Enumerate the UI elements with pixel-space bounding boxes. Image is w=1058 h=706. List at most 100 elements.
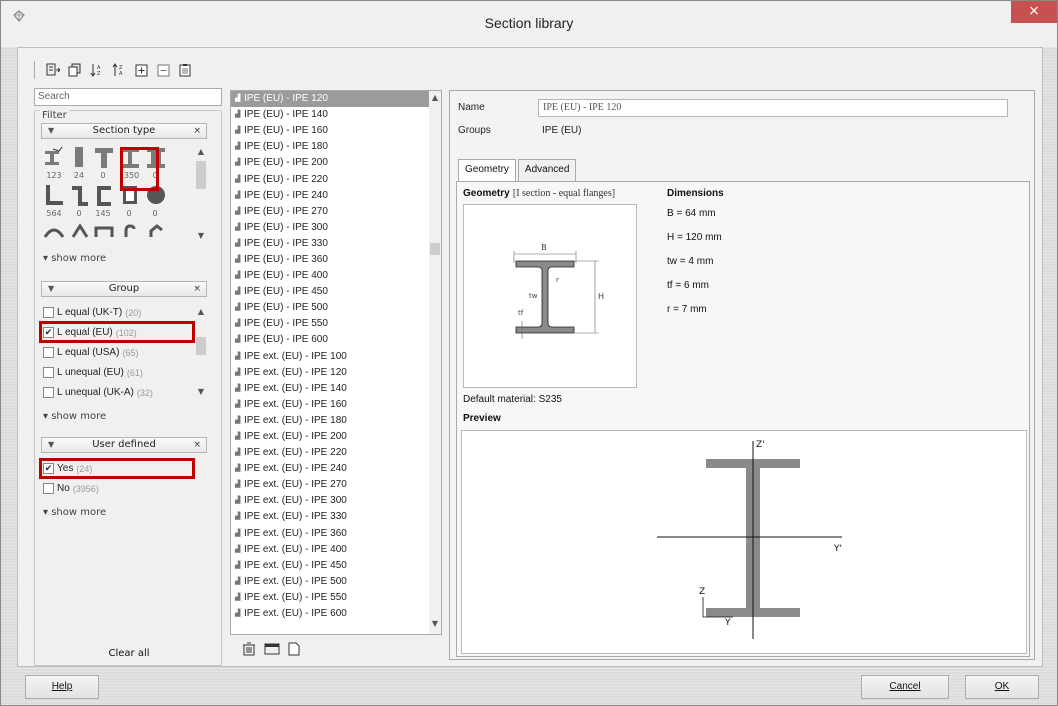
user-defined-option[interactable]: No (3956)	[43, 483, 99, 494]
name-field[interactable]: IPE (EU) - IPE 120	[538, 99, 1008, 117]
hat-section-icon[interactable]	[93, 223, 115, 239]
collapse-triangle-icon[interactable]: ▼	[48, 124, 54, 138]
section-list-item[interactable]: ▟ IPE ext. (EU) - IPE 200	[231, 429, 441, 445]
section-list-item[interactable]: ▟ IPE (EU) - IPE 140	[231, 107, 441, 123]
section-type-scrollbar[interactable]: ▲ ▼	[195, 145, 207, 243]
section-list-item[interactable]: ▟ IPE ext. (EU) - IPE 120	[231, 365, 441, 381]
add-section-icon[interactable]	[45, 62, 61, 78]
cold-formed-c-icon[interactable]	[119, 223, 141, 239]
section-list-item[interactable]: ▟ IPE (EU) - IPE 450	[231, 284, 441, 300]
group-option[interactable]: L unequal (UK-A) (32)	[43, 387, 153, 398]
scroll-thumb[interactable]	[430, 243, 440, 255]
clipboard-icon[interactable]	[177, 62, 193, 78]
section-list-item[interactable]: ▟ IPE ext. (EU) - IPE 400	[231, 542, 441, 558]
scroll-up-icon[interactable]: ▲	[429, 93, 441, 102]
new-icon[interactable]	[288, 642, 300, 656]
section-list-item[interactable]: ▟ IPE (EU) - IPE 120	[231, 91, 441, 108]
section-list-item[interactable]: ▟ IPE (EU) - IPE 240	[231, 188, 441, 204]
group-option[interactable]: L unequal (EU) (61)	[43, 367, 143, 378]
scroll-thumb[interactable]	[196, 161, 206, 189]
copy-icon[interactable]	[67, 62, 83, 78]
l-angle-icon[interactable]	[43, 183, 65, 209]
sort-ascending-icon[interactable]: AZ	[89, 62, 105, 78]
rectangular-hollow-icon[interactable]	[119, 183, 141, 209]
section-list-item[interactable]: ▟ IPE (EU) - IPE 160	[231, 123, 441, 139]
section-list-item[interactable]: ▟ IPE (EU) - IPE 270	[231, 204, 441, 220]
search-input[interactable]: Search	[34, 88, 222, 106]
user-defined-header[interactable]: ▼ User defined ×	[41, 437, 207, 453]
section-list-item[interactable]: ▟ IPE ext. (EU) - IPE 300	[231, 493, 441, 509]
scroll-down-icon[interactable]: ▼	[195, 231, 207, 240]
scroll-up-icon[interactable]: ▲	[195, 307, 207, 316]
rectangle-bar-icon[interactable]	[69, 145, 91, 171]
group-option[interactable]: L equal (USA) (65)	[43, 347, 138, 358]
expand-all-icon[interactable]	[133, 62, 149, 78]
section-list-item[interactable]: ▟ IPE ext. (EU) - IPE 360	[231, 526, 441, 542]
section-list-item[interactable]: ▟ IPE (EU) - IPE 300	[231, 220, 441, 236]
collapse-triangle-icon[interactable]: ▼	[48, 282, 54, 296]
checkbox[interactable]	[43, 483, 54, 494]
channel-section-icon[interactable]	[93, 183, 115, 209]
scroll-down-icon[interactable]: ▼	[195, 387, 207, 396]
section-list-item[interactable]: ▟ IPE (EU) - IPE 220	[231, 171, 441, 187]
delete-icon[interactable]	[242, 642, 256, 656]
arc-section-icon[interactable]	[43, 223, 65, 239]
section-list-item[interactable]: ▟ IPE (EU) - IPE 400	[231, 268, 441, 284]
group-option[interactable]: ✔ L equal (EU) (102)	[43, 327, 137, 338]
circle-section-icon[interactable]	[145, 183, 167, 209]
section-list-item[interactable]: ▟ IPE (EU) - IPE 200	[231, 155, 441, 171]
tab-geometry[interactable]: Geometry	[458, 159, 516, 181]
section-list-item[interactable]: ▟ IPE ext. (EU) - IPE 240	[231, 461, 441, 477]
sort-descending-icon[interactable]: ZA	[111, 62, 127, 78]
user-defined-option[interactable]: ✔ Yes (24)	[43, 463, 92, 474]
section-list-item[interactable]: ▟ IPE ext. (EU) - IPE 100	[231, 349, 441, 365]
section-list-item[interactable]: ▟ IPE ext. (EU) - IPE 600	[231, 606, 441, 622]
group-show-more[interactable]: ▾ show more	[43, 411, 106, 422]
user-defined-show-more[interactable]: ▾ show more	[43, 507, 106, 518]
close-filter-icon[interactable]: ×	[193, 282, 201, 296]
section-list-item[interactable]: ▟ IPE ext. (EU) - IPE 270	[231, 477, 441, 493]
checkbox[interactable]	[43, 367, 54, 378]
section-list-item[interactable]: ▟ IPE (EU) - IPE 180	[231, 139, 441, 155]
checkbox[interactable]	[43, 347, 54, 358]
section-list-item[interactable]: ▟ IPE (EU) - IPE 600	[231, 332, 441, 348]
t-section-icon[interactable]	[93, 145, 115, 171]
section-list-item[interactable]: ▟ IPE ext. (EU) - IPE 160	[231, 397, 441, 413]
checkbox[interactable]	[43, 307, 54, 318]
help-button[interactable]: Help	[25, 675, 99, 699]
section-type-header[interactable]: ▼ Section type ×	[41, 123, 207, 139]
checkbox[interactable]: ✔	[43, 327, 54, 338]
section-list-item[interactable]: ▟ IPE ext. (EU) - IPE 220	[231, 445, 441, 461]
close-filter-icon[interactable]: ×	[193, 438, 201, 452]
group-header[interactable]: ▼ Group ×	[41, 281, 207, 297]
section-list-item[interactable]: ▟ IPE ext. (EU) - IPE 330	[231, 509, 441, 525]
section-list-item[interactable]: ▟ IPE (EU) - IPE 500	[231, 300, 441, 316]
section-list-item[interactable]: ▟ IPE ext. (EU) - IPE 450	[231, 558, 441, 574]
section-list-item[interactable]: ▟ IPE ext. (EU) - IPE 180	[231, 413, 441, 429]
rename-icon[interactable]	[264, 642, 280, 656]
angled-section-icon[interactable]	[69, 223, 91, 239]
close-button[interactable]: ×	[1011, 1, 1057, 23]
section-list-scrollbar[interactable]: ▲ ▼	[429, 91, 441, 634]
z-section-icon[interactable]	[69, 183, 91, 209]
ok-button[interactable]: OK	[965, 675, 1039, 699]
bent-section-icon[interactable]	[145, 223, 167, 239]
section-list-item[interactable]: ▟ IPE ext. (EU) - IPE 550	[231, 590, 441, 606]
scroll-down-icon[interactable]: ▼	[429, 619, 441, 628]
checkbox[interactable]	[43, 387, 54, 398]
section-list-item[interactable]: ▟ IPE ext. (EU) - IPE 500	[231, 574, 441, 590]
group-option[interactable]: L equal (UK-T) (20)	[43, 307, 141, 318]
collapse-all-icon[interactable]	[155, 62, 171, 78]
tab-advanced[interactable]: Advanced	[517, 159, 577, 181]
cancel-button[interactable]: Cancel	[861, 675, 949, 699]
section-list-item[interactable]: ▟ IPE (EU) - IPE 330	[231, 236, 441, 252]
group-scrollbar[interactable]: ▲ ▼	[195, 305, 207, 401]
h-section-icon[interactable]	[145, 145, 167, 171]
close-filter-icon[interactable]: ×	[193, 124, 201, 138]
scroll-thumb[interactable]	[196, 337, 206, 355]
i-section-icon[interactable]	[119, 145, 141, 171]
i-section-custom-icon[interactable]	[43, 145, 65, 171]
collapse-triangle-icon[interactable]: ▼	[48, 438, 54, 452]
scroll-up-icon[interactable]: ▲	[195, 147, 207, 156]
section-type-show-more[interactable]: ▾ show more	[43, 253, 106, 264]
